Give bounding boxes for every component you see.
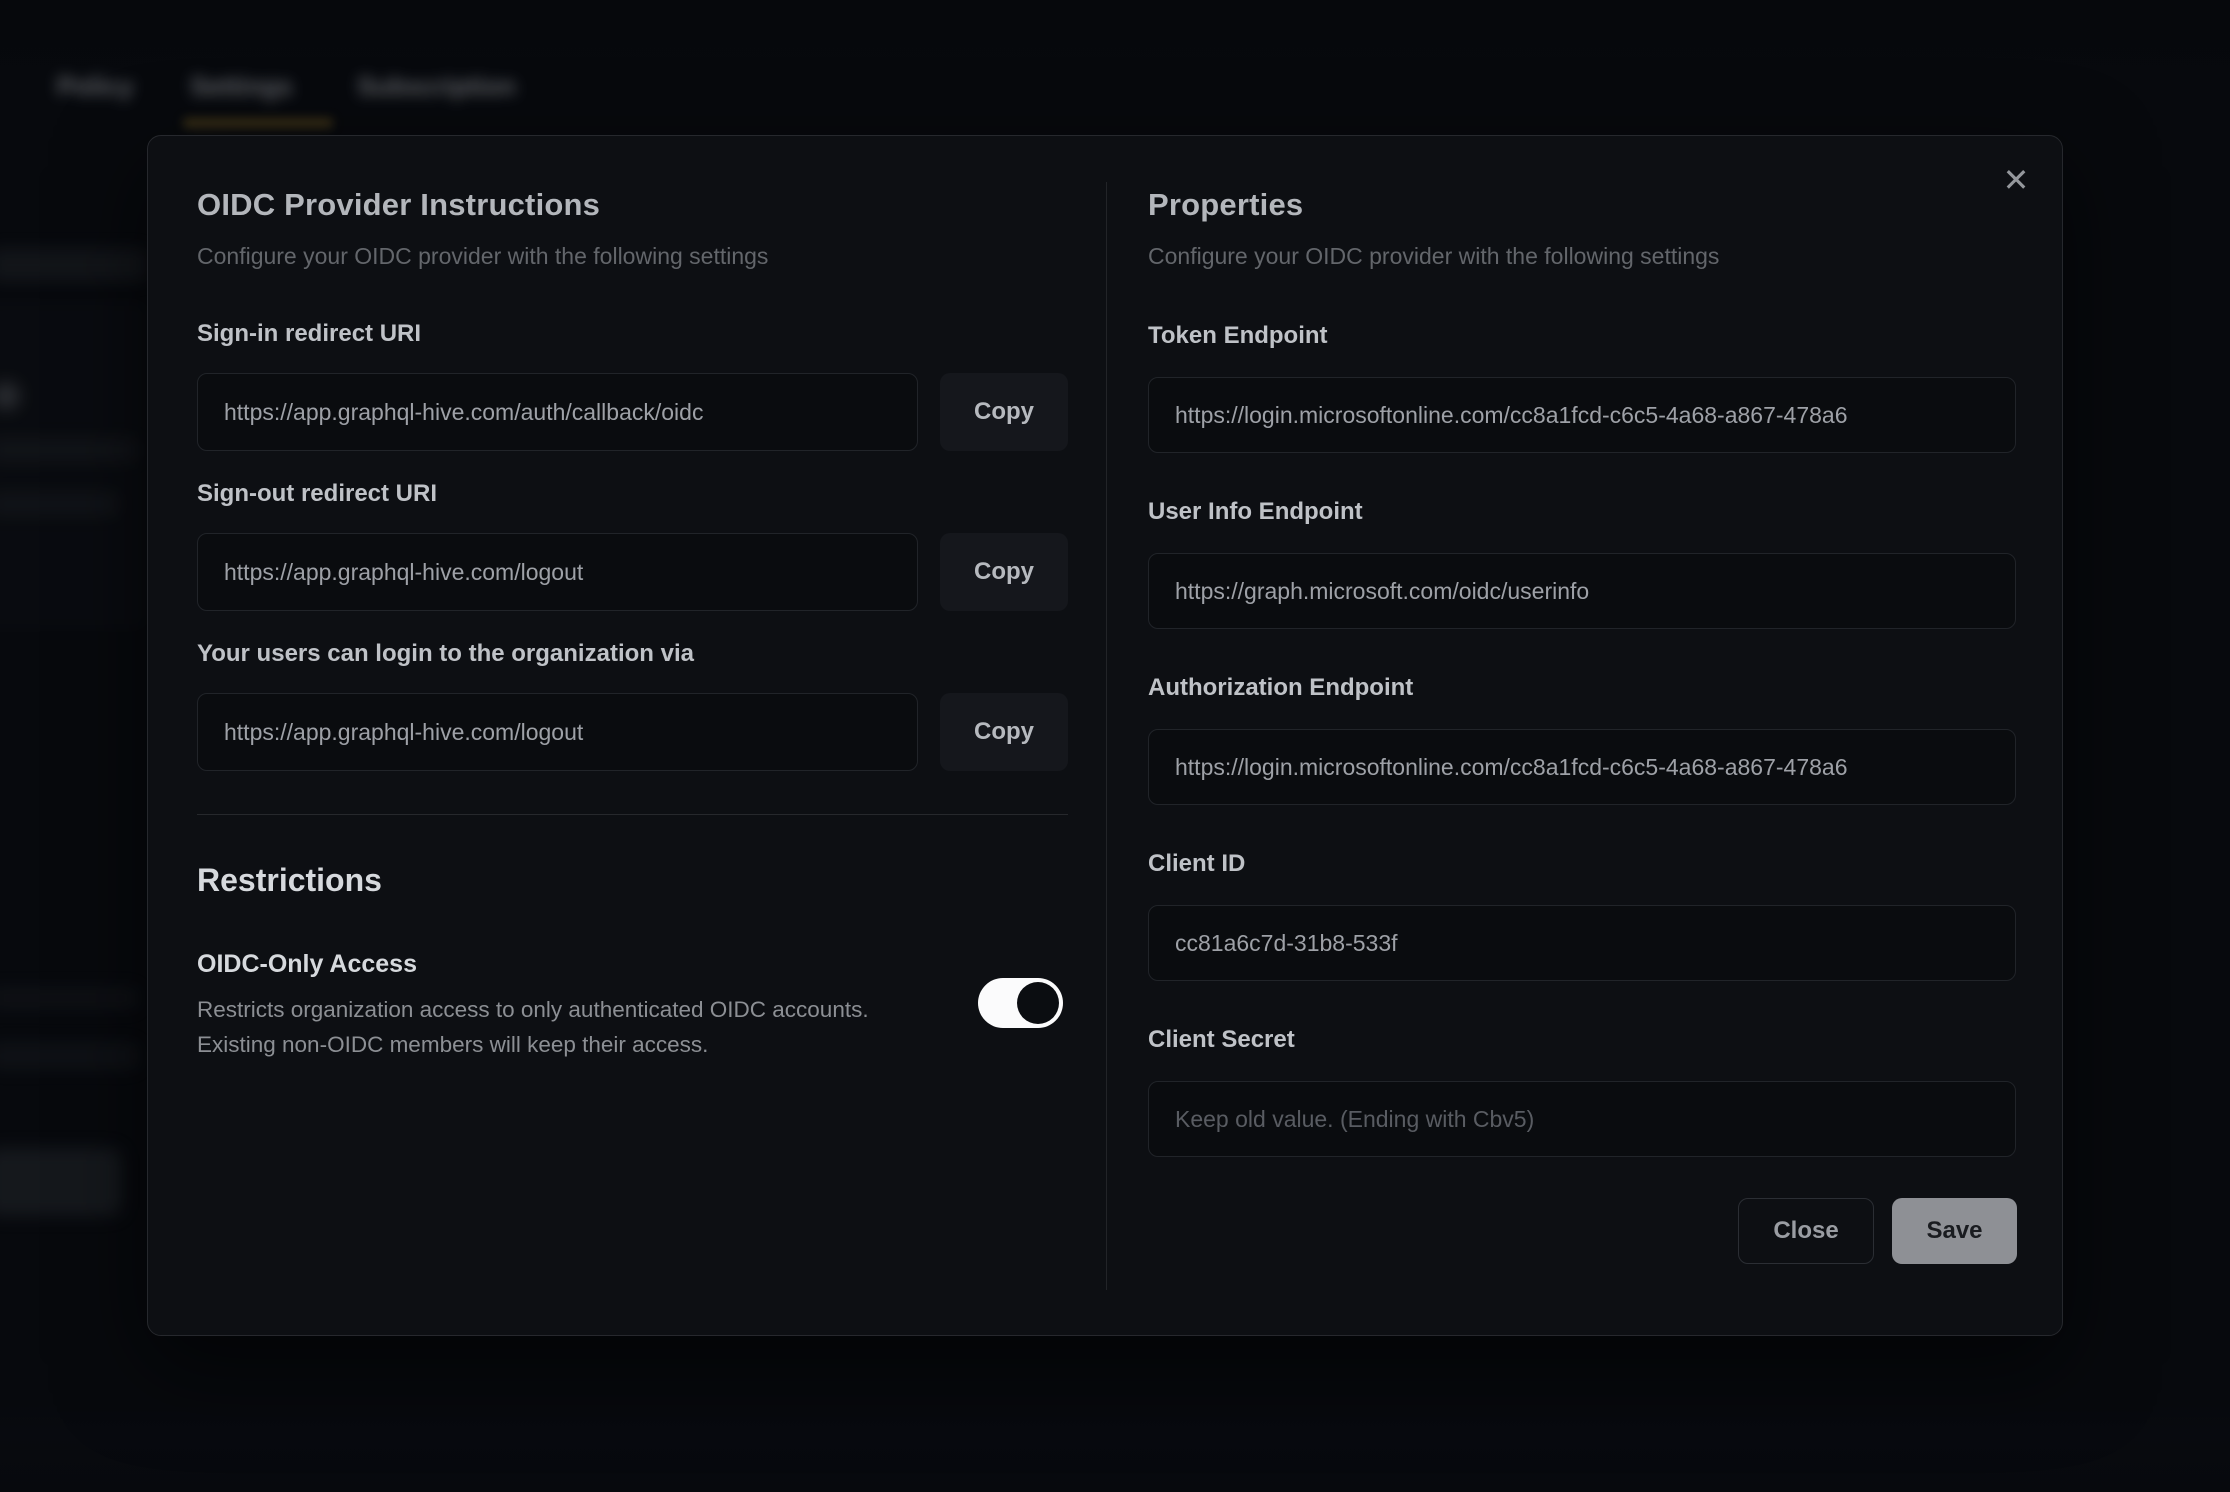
restrictions-divider (197, 814, 1068, 815)
description-line: Restricts organization access to only au… (197, 992, 869, 1027)
userinfo-endpoint-label: User Info Endpoint (1148, 498, 1363, 526)
client-secret-label: Client Secret (1148, 1026, 1295, 1054)
login-url-copy-button[interactable]: Copy (940, 693, 1068, 771)
signin-copy-button[interactable]: Copy (940, 373, 1068, 451)
oidc-only-access-toggle[interactable] (978, 978, 1063, 1028)
client-id-value[interactable]: cc81a6c7d-31b8-533f (1148, 905, 2016, 981)
close-icon[interactable]: ✕ (1994, 158, 2038, 202)
oidc-only-access-description: Restricts organization access to only au… (197, 992, 869, 1062)
signout-redirect-uri-label: Sign-out redirect URI (197, 480, 437, 508)
token-endpoint-value[interactable]: https://login.microsoftonline.com/cc8a1f… (1148, 377, 2016, 453)
signout-copy-button[interactable]: Copy (940, 533, 1068, 611)
right-column-subtitle: Configure your OIDC provider with the fo… (1148, 243, 1719, 270)
save-button[interactable]: Save (1892, 1198, 2017, 1264)
description-line: Existing non-OIDC members will keep thei… (197, 1027, 869, 1062)
login-url-label: Your users can login to the organization… (197, 640, 694, 668)
signout-redirect-uri-value[interactable]: https://app.graphql-hive.com/logout (197, 533, 918, 611)
right-column-title: Properties (1148, 187, 1303, 223)
authorization-endpoint-value[interactable]: https://login.microsoftonline.com/cc8a1f… (1148, 729, 2016, 805)
token-endpoint-label: Token Endpoint (1148, 322, 1328, 350)
oidc-only-access-label: OIDC-Only Access (197, 950, 417, 979)
signin-redirect-uri-value[interactable]: https://app.graphql-hive.com/auth/callba… (197, 373, 918, 451)
signin-redirect-uri-label: Sign-in redirect URI (197, 320, 421, 348)
client-secret-input[interactable] (1148, 1081, 2016, 1157)
restrictions-title: Restrictions (197, 862, 382, 899)
left-column-subtitle: Configure your OIDC provider with the fo… (197, 243, 768, 270)
app-screen: Policy Settings Subscription ✕ OIDC Prov… (0, 0, 2230, 1492)
toggle-thumb (1017, 982, 1059, 1024)
close-button[interactable]: Close (1738, 1198, 1874, 1264)
left-column-title: OIDC Provider Instructions (197, 187, 600, 223)
userinfo-endpoint-value[interactable]: https://graph.microsoft.com/oidc/userinf… (1148, 553, 2016, 629)
authorization-endpoint-label: Authorization Endpoint (1148, 674, 1413, 702)
client-id-label: Client ID (1148, 850, 1245, 878)
modal-column-divider (1106, 182, 1107, 1290)
login-url-value[interactable]: https://app.graphql-hive.com/logout (197, 693, 918, 771)
